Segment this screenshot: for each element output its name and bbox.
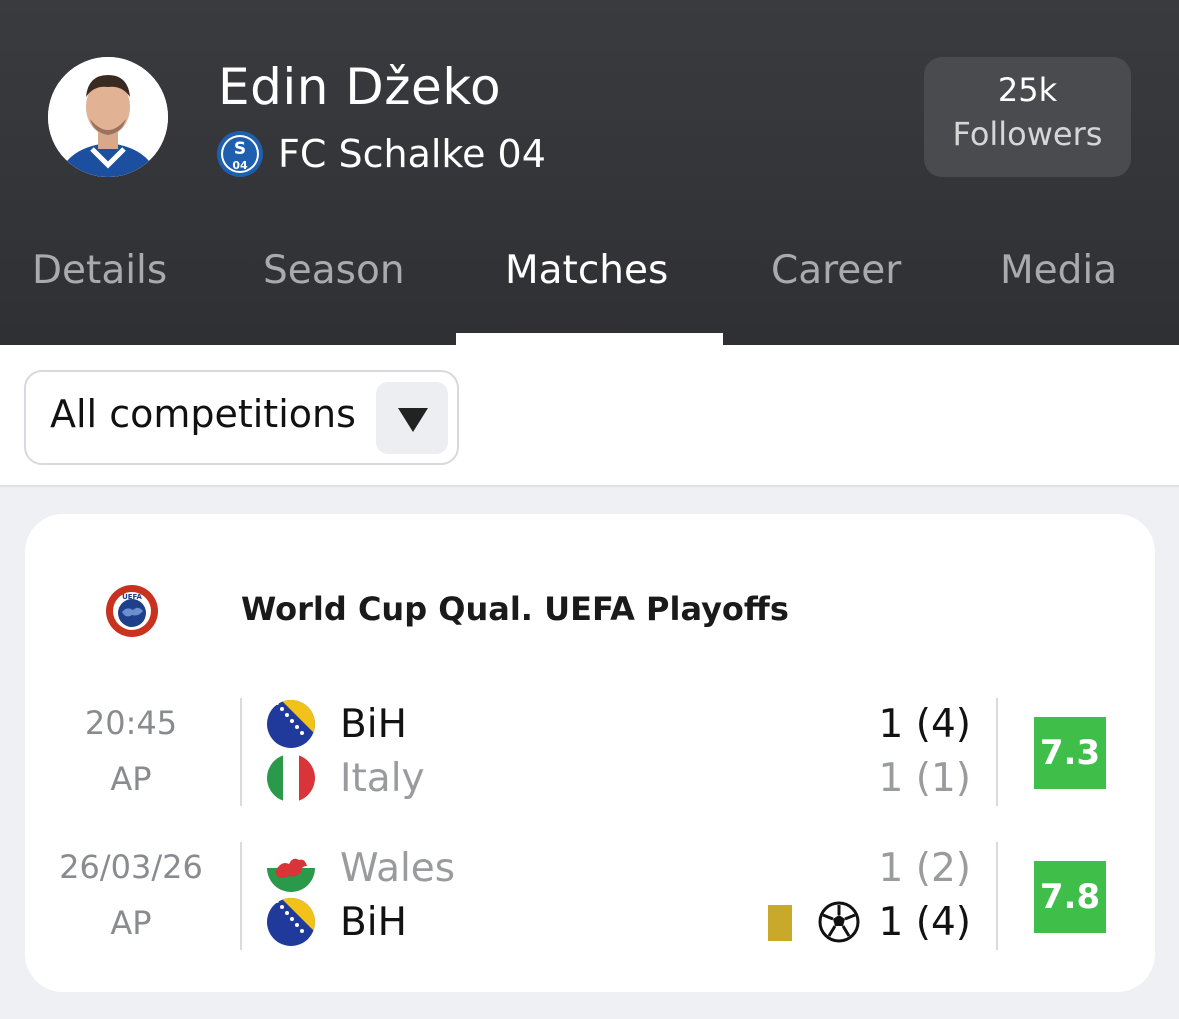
dropdown-toggle[interactable] bbox=[376, 382, 448, 454]
tab-matches[interactable]: Matches bbox=[505, 248, 668, 345]
italy-flag-icon bbox=[267, 754, 315, 802]
home-team-name: Wales bbox=[340, 846, 456, 891]
player-avatar[interactable] bbox=[48, 57, 168, 177]
competition-dropdown-label: All competitions bbox=[50, 392, 356, 436]
divider bbox=[996, 698, 998, 806]
tab-details[interactable]: Details bbox=[32, 248, 167, 345]
club-name: FC Schalke 04 bbox=[278, 132, 546, 176]
match-status: AP bbox=[110, 760, 152, 798]
competition-dropdown[interactable]: All competitions bbox=[24, 370, 459, 465]
bosnia-flag-icon bbox=[267, 700, 315, 748]
competition-name: World Cup Qual. UEFA Playoffs bbox=[241, 590, 789, 628]
svg-text:04: 04 bbox=[232, 159, 248, 172]
away-team-name: Italy bbox=[340, 756, 425, 801]
active-tab-indicator bbox=[456, 333, 723, 345]
player-rating-badge: 7.8 bbox=[1034, 861, 1106, 933]
yellow-card-icon bbox=[768, 905, 792, 941]
match-date: 26/03/26 bbox=[59, 848, 203, 886]
schalke-logo-icon: S 04 bbox=[217, 131, 263, 177]
followers-count: 25k bbox=[997, 71, 1058, 109]
tab-career[interactable]: Career bbox=[771, 248, 901, 345]
tab-bar: Details Season Matches Career Media bbox=[0, 248, 1179, 345]
away-score: 1 (4) bbox=[878, 900, 971, 945]
divider bbox=[240, 842, 242, 950]
tab-season[interactable]: Season bbox=[263, 248, 405, 345]
followers-button[interactable]: 25k Followers bbox=[924, 57, 1131, 177]
svg-text:S: S bbox=[234, 139, 246, 159]
bosnia-flag-icon bbox=[267, 898, 315, 946]
match-row[interactable]: 20:45 AP BiH 1 (4) Italy 1 (1) 7.3 bbox=[25, 698, 1155, 814]
goal-ball-icon bbox=[818, 901, 860, 943]
match-status: AP bbox=[110, 904, 152, 942]
competition-card: UEFA World Cup Qual. UEFA Playoffs 20:45… bbox=[25, 514, 1155, 992]
home-score: 1 (4) bbox=[878, 702, 971, 747]
player-name: Edin Džeko bbox=[218, 58, 502, 116]
match-row[interactable]: 26/03/26 AP Wales 1 (2) BiH 1 (4) 7.8 bbox=[25, 842, 1155, 958]
home-team-name: BiH bbox=[340, 702, 407, 747]
away-team-name: BiH bbox=[340, 900, 407, 945]
wales-flag-icon bbox=[267, 844, 315, 892]
divider bbox=[240, 698, 242, 806]
tab-media[interactable]: Media bbox=[1000, 248, 1117, 345]
match-time: 20:45 bbox=[84, 704, 178, 742]
player-header: Edin Džeko S 04 FC Schalke 04 25k Follow… bbox=[0, 0, 1179, 345]
away-score: 1 (1) bbox=[878, 756, 971, 801]
uefa-logo-icon: UEFA bbox=[106, 585, 158, 637]
club-link[interactable]: S 04 FC Schalke 04 bbox=[216, 130, 546, 178]
followers-label: Followers bbox=[952, 115, 1103, 153]
divider bbox=[996, 842, 998, 950]
player-rating-badge: 7.3 bbox=[1034, 717, 1106, 789]
svg-text:UEFA: UEFA bbox=[122, 593, 142, 601]
home-score: 1 (2) bbox=[878, 846, 971, 891]
chevron-down-icon bbox=[398, 408, 428, 432]
filter-bar: All competitions bbox=[0, 345, 1179, 487]
player-photo-icon bbox=[48, 57, 168, 177]
